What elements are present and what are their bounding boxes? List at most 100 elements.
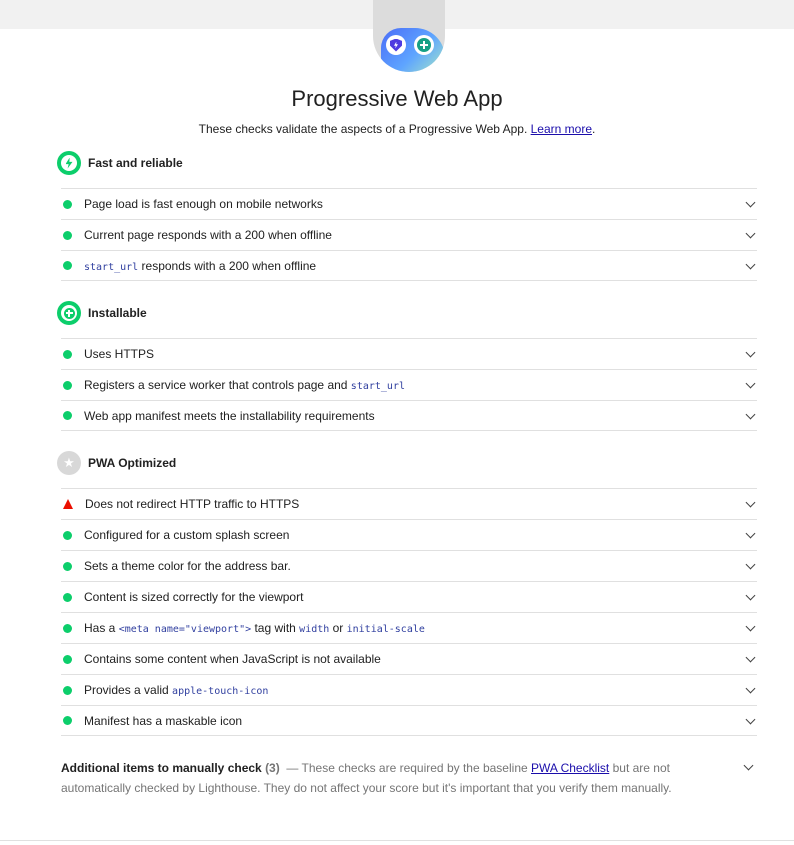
pass-dot-icon [63, 230, 72, 240]
audit-title: start_url responds with a 200 when offli… [84, 259, 316, 273]
audit-text: Manifest has a maskable icon [84, 713, 243, 728]
pass-dot-icon [63, 530, 72, 540]
audit-text: Has a [84, 621, 119, 635]
group-title: Fast and reliable [88, 156, 183, 170]
chevron-down-icon[interactable] [745, 228, 756, 239]
audit-text: responds with a 200 when offline [138, 258, 317, 273]
fast-reliable-badge-icon [386, 35, 406, 55]
audit-text: or [329, 621, 347, 635]
audit-row[interactable]: Uses HTTPS [61, 338, 757, 369]
chevron-down-icon[interactable] [743, 760, 754, 771]
pwa-badge [373, 0, 445, 72]
audit-title: Sets a theme color for the address bar. [84, 559, 291, 573]
pass-dot-icon [63, 623, 72, 633]
group-installable: Installable [57, 301, 147, 325]
audit-code: <meta name="viewport"> [118, 624, 252, 635]
pass-dot-icon [63, 685, 72, 695]
audit-row[interactable]: Page load is fast enough on mobile netwo… [61, 188, 757, 219]
audit-text: Uses HTTPS [84, 347, 155, 361]
audit-title: Does not redirect HTTP traffic to HTTPS [85, 497, 299, 511]
category-description: These checks validate the aspects of a P… [198, 122, 596, 136]
audit-text: tag with [251, 621, 300, 635]
audit-row[interactable]: Has a <meta name="viewport"> tag with wi… [61, 612, 757, 643]
chevron-down-icon[interactable] [745, 714, 756, 725]
chevron-down-icon[interactable] [745, 497, 756, 508]
audit-title: Content is sized correctly for the viewp… [84, 590, 303, 604]
pass-dot-icon [63, 380, 72, 390]
pass-dot-icon [63, 561, 72, 571]
chevron-down-icon[interactable] [745, 528, 756, 539]
audit-text: Registers a service worker that controls… [84, 378, 351, 392]
audit-text: Content is sized correctly for the viewp… [84, 590, 304, 604]
audit-text: Does not redirect HTTP traffic to HTTPS [85, 497, 300, 511]
audit-title: Has a <meta name="viewport"> tag with wi… [84, 621, 425, 635]
installable-badge-icon [414, 35, 434, 55]
manual-count: (3) [265, 761, 280, 775]
pass-dot-icon [63, 349, 72, 359]
manual-text-before: These checks are required by the baselin… [301, 761, 528, 775]
group-title: PWA Optimized [88, 456, 177, 470]
pass-dot-icon [63, 199, 72, 209]
audit-text: Configured for a custom splash screen [84, 528, 290, 542]
chevron-down-icon[interactable] [745, 683, 756, 694]
audit-code: start_url [350, 381, 405, 392]
audit-title: Registers a service worker that controls… [84, 378, 405, 392]
audit-row[interactable]: Configured for a custom splash screen [61, 519, 757, 550]
audit-code: initial-scale [346, 624, 425, 635]
group-pwa-optimized: ★ PWA Optimized [57, 451, 176, 475]
lightning-icon [57, 151, 81, 175]
audit-text: Sets a theme color for the address bar. [84, 559, 291, 573]
chevron-down-icon[interactable] [745, 590, 756, 601]
fail-triangle-icon [63, 499, 73, 509]
audit-title: Page load is fast enough on mobile netwo… [84, 197, 323, 211]
audit-row[interactable]: Manifest has a maskable icon [61, 705, 757, 736]
learn-more-link[interactable]: Learn more [531, 122, 592, 136]
pass-dot-icon [63, 716, 72, 725]
audit-row[interactable]: Registers a service worker that controls… [61, 369, 757, 400]
audit-row[interactable]: Web app manifest meets the installabilit… [61, 400, 757, 431]
pass-dot-icon [63, 261, 72, 270]
audit-row[interactable]: Provides a valid apple-touch-icon [61, 674, 757, 705]
chevron-down-icon[interactable] [745, 259, 756, 270]
chevron-down-icon[interactable] [745, 559, 756, 570]
audit-code: width [299, 624, 330, 635]
audit-text: Page load is fast enough on mobile netwo… [84, 197, 323, 211]
chevron-down-icon[interactable] [745, 197, 756, 208]
chevron-down-icon[interactable] [745, 378, 756, 389]
chevron-down-icon[interactable] [745, 652, 756, 663]
chevron-down-icon[interactable] [745, 347, 756, 358]
audit-title: Web app manifest meets the installabilit… [84, 409, 375, 423]
group-title: Installable [88, 306, 147, 320]
pass-dot-icon [63, 654, 72, 664]
plus-icon [57, 301, 81, 325]
audit-title: Contains some content when JavaScript is… [84, 652, 381, 666]
audit-title: Configured for a custom splash screen [84, 528, 289, 542]
audit-title: Current page responds with a 200 when of… [84, 228, 332, 242]
group-fast-reliable: Fast and reliable [57, 151, 183, 175]
audit-text: Web app manifest meets the installabilit… [84, 408, 375, 423]
audit-row[interactable]: Current page responds with a 200 when of… [61, 219, 757, 250]
audit-title: Uses HTTPS [84, 347, 154, 361]
audit-text: Provides a valid [84, 683, 173, 697]
page-title: Progressive Web App [291, 86, 503, 111]
audit-row[interactable]: Contains some content when JavaScript is… [61, 643, 757, 674]
audit-row[interactable]: start_url responds with a 200 when offli… [61, 250, 757, 281]
audit-row[interactable]: Sets a theme color for the address bar. [61, 550, 757, 581]
chevron-down-icon[interactable] [745, 409, 756, 420]
manual-checks-section[interactable]: Additional items to manually check (3) —… [61, 758, 721, 798]
chevron-down-icon[interactable] [745, 621, 756, 632]
audit-title: Manifest has a maskable icon [84, 714, 242, 728]
divider [0, 840, 794, 841]
pass-dot-icon [63, 411, 72, 420]
audit-text: Contains some content when JavaScript is… [84, 652, 381, 666]
audit-row[interactable]: Does not redirect HTTP traffic to HTTPS [61, 488, 757, 519]
manual-dash: — [286, 761, 299, 775]
audit-row[interactable]: Content is sized correctly for the viewp… [61, 581, 757, 612]
pwa-checklist-link[interactable]: PWA Checklist [531, 761, 609, 775]
star-icon: ★ [57, 451, 81, 475]
audit-title: Provides a valid apple-touch-icon [84, 683, 268, 697]
audit-code: apple-touch-icon [172, 686, 269, 697]
audit-text: Current page responds with a 200 when of… [84, 228, 332, 242]
manual-title: Additional items to manually check [61, 761, 262, 775]
audit-code: start_url [84, 261, 139, 273]
